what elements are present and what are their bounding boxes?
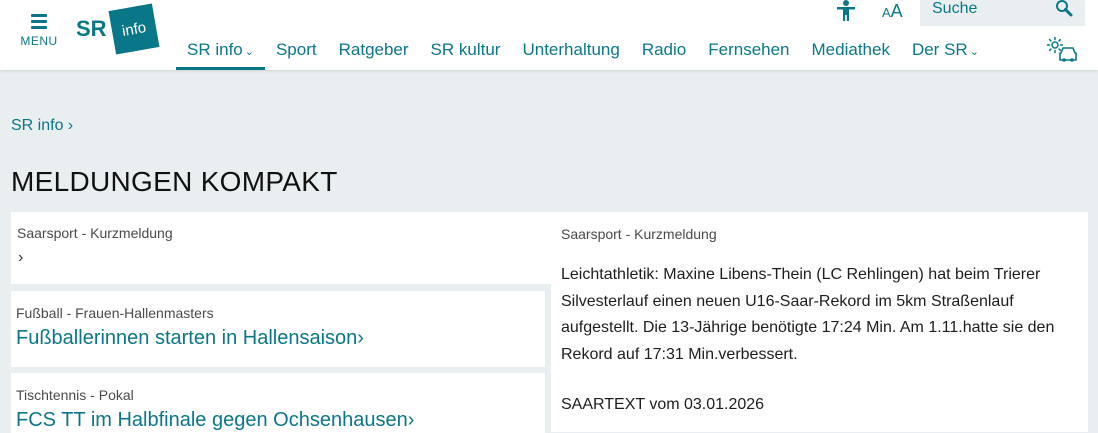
- font-size-icon[interactable]: AA: [882, 0, 903, 24]
- weather-traffic-icon[interactable]: [1046, 36, 1078, 64]
- news-teaser[interactable]: Saarsport - Kurzmeldung ›: [11, 212, 551, 284]
- page-title: MELDUNGEN KOMPAKT: [11, 166, 338, 197]
- menu-button[interactable]: MENU: [18, 14, 60, 48]
- kicker-rest: - Frauen-Hallenmasters: [62, 305, 214, 321]
- nav-item-label: Radio: [641, 40, 687, 59]
- teaser-kicker: Fußball - Frauen-Hallenmasters: [16, 305, 214, 321]
- nav-item-unterhaltung[interactable]: Unterhaltung: [511, 38, 630, 68]
- nav-item-label: Ratgeber: [338, 40, 409, 59]
- detail-body-text: Leichtathletik: Maxine Libens-Thein (LC …: [561, 266, 1055, 363]
- news-teaser[interactable]: Fußball - Frauen-Hallenmasters Fußballer…: [11, 291, 545, 367]
- nav-item-fernsehen[interactable]: Fernsehen: [697, 38, 800, 68]
- nav-item-label: SR kultur: [430, 40, 501, 59]
- site-header: MENU SR info SR info ⌄ Sport Ratgeber SR …: [0, 0, 1098, 70]
- detail-source: SAARTEXT vom 03.01.2026: [561, 396, 765, 413]
- nav-item-label: Sport: [275, 40, 317, 59]
- nav-item-label: Mediathek: [811, 40, 890, 59]
- kicker-rest: - Kurzmeldung: [77, 225, 173, 241]
- chevron-down-icon: ⌄: [244, 46, 254, 58]
- search-icon[interactable]: [1055, 0, 1073, 18]
- chevron-right-icon[interactable]: ›: [18, 249, 23, 267]
- nav-item-label: Unterhaltung: [522, 40, 620, 59]
- nav-item-mediathek[interactable]: Mediathek: [801, 38, 901, 68]
- news-teaser[interactable]: Tischtennis - Pokal FCS TT im Halbfinale…: [11, 373, 545, 433]
- nav-item-radio[interactable]: Radio: [631, 38, 697, 68]
- nav-item-der-sr[interactable]: Der SR ⌄: [901, 38, 990, 68]
- accessibility-icon[interactable]: [836, 0, 856, 22]
- kicker-category: Fußball: [16, 305, 63, 321]
- hamburger-icon: [31, 14, 47, 29]
- search-field[interactable]: Suche: [920, 0, 1085, 26]
- nav-item-sport[interactable]: Sport: [265, 38, 328, 68]
- logo-info-box: info: [108, 3, 160, 55]
- teaser-headline-link[interactable]: FCS TT im Halbfinale gegen Ochsenhausen›: [16, 409, 414, 432]
- nav-item-label: Der SR: [911, 40, 968, 59]
- news-detail-panel: Saarsport - Kurzmeldung Leichtathletik: …: [551, 212, 1088, 432]
- detail-kicker: Saarsport - Kurzmeldung: [561, 226, 717, 242]
- search-placeholder: Suche: [932, 0, 978, 17]
- nav-item-ratgeber[interactable]: Ratgeber: [328, 38, 420, 68]
- sr-info-logo[interactable]: SR info: [76, 3, 162, 56]
- font-size-small-letter: A: [882, 5, 891, 20]
- teaser-headline-link[interactable]: Fußballerinnen starten in Hallensaison›: [16, 327, 364, 350]
- breadcrumb-label: SR info ›: [11, 117, 74, 134]
- nav-item-label: Fernsehen: [708, 40, 790, 59]
- kicker-rest: - Pokal: [86, 387, 134, 403]
- kicker-category: Tischtennis: [16, 387, 87, 403]
- logo-sr-text: SR: [76, 16, 107, 41]
- chevron-down-icon: ⌄: [969, 46, 979, 58]
- teaser-kicker: Tischtennis - Pokal: [16, 387, 134, 403]
- logo-info-text: info: [120, 18, 148, 40]
- breadcrumb[interactable]: SR info ›: [11, 117, 73, 135]
- teaser-kicker: Saarsport - Kurzmeldung: [17, 225, 173, 241]
- main-navigation: SR info ⌄ Sport Ratgeber SR kultur Unterh…: [176, 38, 990, 70]
- kicker-category: Saarsport: [17, 225, 78, 241]
- nav-item-sr-info[interactable]: SR info ⌄: [176, 38, 265, 70]
- nav-item-label: SR info: [187, 40, 243, 59]
- menu-label: MENU: [20, 34, 58, 48]
- font-size-large-letter: A: [890, 1, 903, 21]
- nav-item-sr-kultur[interactable]: SR kultur: [420, 38, 512, 68]
